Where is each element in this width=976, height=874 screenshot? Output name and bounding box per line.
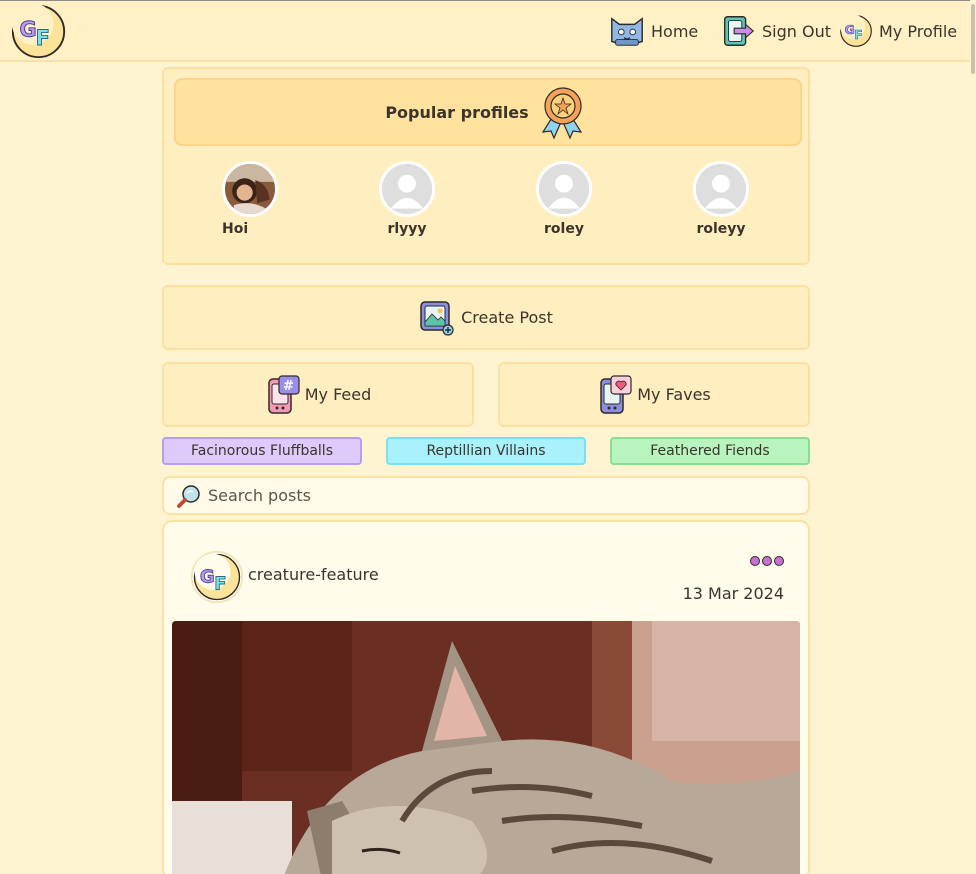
svg-text:G: G (845, 22, 855, 37)
heart-phone-icon (600, 374, 632, 414)
default-avatar-icon (693, 161, 749, 217)
image-add-icon (420, 300, 454, 336)
post-image[interactable] (172, 621, 800, 874)
nav-profile-link[interactable]: G F My Profile (838, 13, 957, 49)
post-date: 13 Mar 2024 (682, 584, 784, 603)
magnifier-icon (177, 484, 200, 508)
profile-logo-icon: G F (840, 14, 872, 47)
nav-profile-label: My Profile (879, 21, 958, 41)
tag-facinorous-fluffballs[interactable]: Facinorous Fluffballs (162, 437, 362, 465)
my-faves-button[interactable]: My Faves (498, 362, 810, 427)
my-feed-button[interactable]: # My Feed (162, 362, 474, 427)
nav-signout-label: Sign Out (762, 21, 831, 41)
popular-profiles-list: Hoi rlyyy roley roleyy (164, 161, 808, 241)
post-username[interactable]: creature-feature (248, 565, 379, 584)
svg-text:F: F (854, 27, 863, 42)
nav-home-label: Home (651, 21, 699, 41)
nav-home-link[interactable]: Home (608, 13, 698, 49)
exit-door-icon (723, 16, 755, 46)
my-faves-label: My Faves (637, 385, 711, 404)
svg-text:G: G (200, 566, 215, 587)
popular-profiles-card: Popular profiles Hoi rlyyy roley roleyy (162, 67, 810, 265)
svg-text:F: F (36, 26, 50, 50)
my-feed-label: My Feed (304, 385, 372, 404)
nav-signout-link[interactable]: Sign Out (719, 13, 831, 49)
default-avatar-icon (536, 161, 592, 217)
search-input[interactable] (208, 486, 788, 505)
cat-face-icon (611, 17, 643, 46)
popular-profiles-title: Popular profiles (385, 102, 529, 122)
popular-profile-name: Hoi (222, 221, 249, 237)
default-avatar-icon (379, 161, 435, 217)
svg-text:G: G (20, 17, 37, 41)
popular-profile-item[interactable]: roleyy (686, 161, 756, 237)
post-author-avatar[interactable]: G F (190, 550, 244, 604)
hashtag-phone-icon: # (267, 374, 300, 414)
tag-feathered-fiends[interactable]: Feathered Fiends (610, 437, 810, 465)
scrollbar-thumb[interactable] (971, 4, 975, 74)
popular-profile-item[interactable]: rlyyy (372, 161, 442, 237)
site-logo-icon[interactable]: G F (10, 3, 67, 60)
popular-profiles-header: Popular profiles (174, 78, 802, 146)
svg-text:#: # (283, 379, 294, 394)
create-post-label: Create Post (461, 308, 553, 327)
navbar: G F Home Sign Out G F My Profile (0, 0, 976, 62)
profile-avatar (222, 161, 278, 217)
page-scrollbar[interactable] (970, 0, 976, 874)
popular-profile-name: roley (544, 221, 584, 237)
post-card: G F creature-feature 13 Mar 2024 (162, 520, 810, 874)
more-options-icon[interactable] (750, 554, 784, 568)
svg-text:F: F (214, 574, 226, 595)
create-post-button[interactable]: Create Post (162, 285, 810, 350)
popular-profile-item[interactable]: roley (529, 161, 599, 237)
search-bar (162, 476, 810, 515)
popular-profile-name: roleyy (696, 221, 746, 237)
popular-profile-name: rlyyy (387, 221, 427, 237)
tag-reptillian-villains[interactable]: Reptillian Villains (386, 437, 586, 465)
award-ribbon-icon (541, 87, 582, 140)
popular-profile-item[interactable]: Hoi (215, 161, 285, 237)
